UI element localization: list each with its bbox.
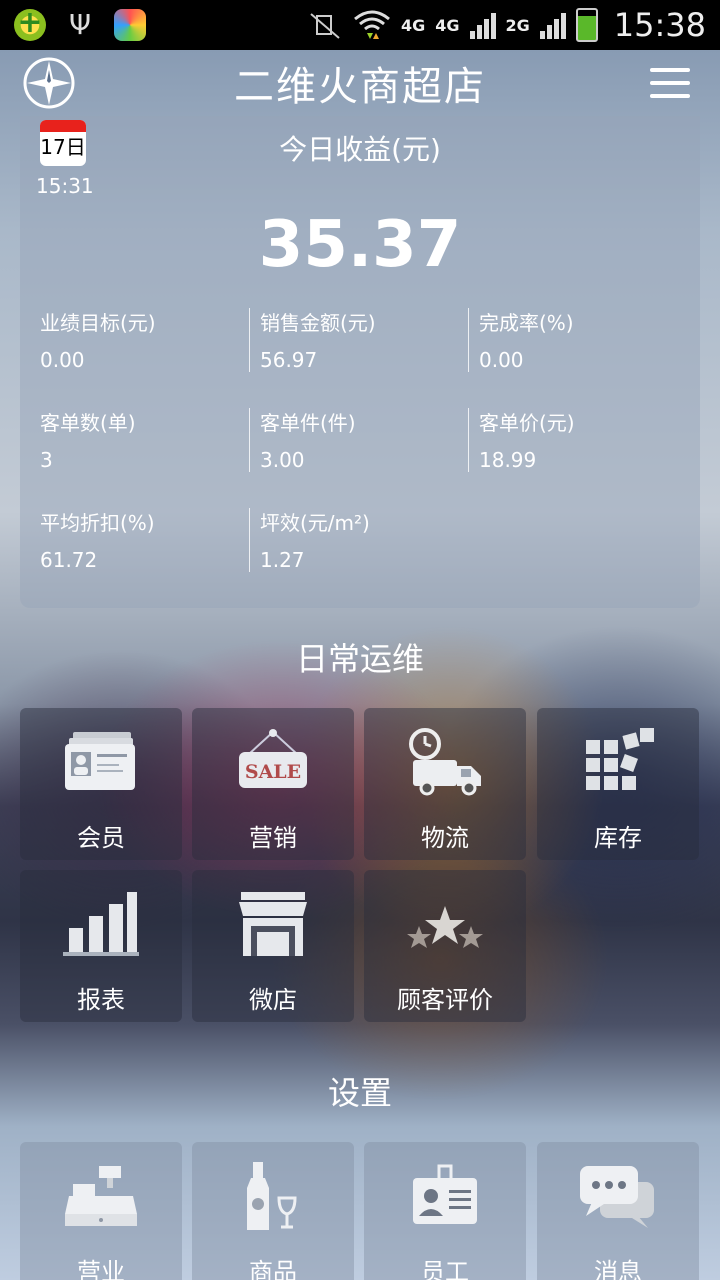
signal-icon	[469, 11, 496, 39]
stat-avg-order-price: 客单价(元) 18.99	[468, 408, 678, 472]
tile-label: 物流	[421, 824, 469, 852]
stat-value: 18.99	[479, 448, 537, 472]
tile-products[interactable]: 商品	[192, 1142, 354, 1280]
stat-label: 客单价(元)	[479, 411, 575, 435]
status-time: 15:38	[613, 6, 706, 44]
earnings-amount: 35.37	[258, 208, 462, 282]
cash-register-icon	[65, 1166, 137, 1226]
tile-label: 营销	[249, 824, 297, 852]
tile-messages[interactable]: 消息	[537, 1142, 699, 1280]
wine-bottle-icon	[247, 1162, 297, 1230]
earnings-title: 今日收益(元)	[279, 133, 441, 166]
earnings-card: 17日 15:31 今日收益(元) 35.37 业绩目标(元) 0.00 销售金…	[20, 116, 700, 608]
employee-badge-icon	[413, 1164, 477, 1224]
tile-label: 员工	[421, 1258, 469, 1280]
tile-label: 报表	[77, 986, 125, 1014]
stat-avg-discount: 平均折扣(%) 61.72	[40, 508, 250, 572]
stat-label: 业绩目标(元)	[40, 311, 156, 335]
chat-bubbles-icon	[580, 1166, 654, 1228]
tile-label: 会员	[77, 824, 125, 852]
stat-label: 完成率(%)	[479, 311, 574, 335]
stat-value: 3.00	[260, 448, 305, 472]
tile-label: 消息	[594, 1258, 642, 1280]
status-bar: Ψ 4G 4G 2G 15:38	[0, 0, 720, 50]
update-time: 15:31	[36, 174, 94, 198]
compass-icon[interactable]	[22, 56, 76, 110]
stat-value: 3	[40, 448, 53, 472]
tile-member[interactable]: 会员	[20, 708, 182, 860]
sale-sign-icon: SALE	[239, 729, 307, 788]
stat-label: 销售金额(元)	[260, 311, 376, 335]
inventory-blocks-icon	[586, 728, 654, 790]
stat-completion-rate: 完成率(%) 0.00	[468, 308, 678, 372]
stat-sales-amount: 销售金额(元) 56.97	[249, 308, 459, 372]
delivery-truck-icon	[409, 728, 481, 796]
stars-icon	[407, 906, 483, 948]
menu-icon[interactable]	[650, 68, 690, 98]
usb-icon: Ψ	[68, 8, 92, 41]
signal-icon-2	[539, 11, 566, 39]
stat-sales-per-area: 坪效(元/m²) 1.27	[249, 508, 459, 572]
stat-value: 56.97	[260, 348, 318, 372]
tile-label: 库存	[594, 824, 642, 852]
tile-label: 营业	[77, 1258, 125, 1280]
network-type-3: 2G	[505, 15, 530, 35]
tile-employees[interactable]: 员工	[364, 1142, 526, 1280]
wifi-icon	[354, 10, 390, 39]
tile-label: 微店	[249, 986, 297, 1014]
stat-sales-target: 业绩目标(元) 0.00	[40, 308, 250, 372]
page-title: 二维火商超店	[234, 64, 486, 110]
network-type-1: 4G	[400, 15, 426, 35]
svg-text:SALE: SALE	[245, 761, 301, 783]
daily-ops-title: 日常运维	[295, 640, 424, 678]
stat-value: 61.72	[40, 548, 98, 572]
tile-business[interactable]: 营业	[20, 1142, 182, 1280]
settings-title: 设置	[327, 1074, 392, 1112]
stat-label: 坪效(元/m²)	[260, 511, 370, 535]
bar-chart-icon	[63, 892, 139, 956]
tile-label: 商品	[249, 1258, 297, 1280]
stat-value: 0.00	[40, 348, 85, 372]
member-card-icon	[65, 732, 135, 790]
tile-microshop[interactable]: 微店	[192, 870, 354, 1022]
stat-items-per-order: 客单件(件) 3.00	[249, 408, 459, 472]
stat-value: 0.00	[479, 348, 524, 372]
mute-vibrate-icon	[310, 13, 340, 39]
app-store-icon	[114, 9, 146, 41]
stat-label: 平均折扣(%)	[40, 511, 155, 535]
storefront-icon	[239, 892, 307, 956]
security-app-icon	[14, 5, 46, 41]
app-header: 二维火商超店	[0, 50, 720, 116]
stat-value: 1.27	[260, 548, 305, 572]
tile-inventory[interactable]: 库存	[537, 708, 699, 860]
battery-icon	[575, 8, 598, 42]
tile-logistics[interactable]: 物流	[364, 708, 526, 860]
tile-customer-reviews[interactable]: 顾客评价	[364, 870, 526, 1022]
network-type-2: 4G	[435, 15, 460, 35]
stat-order-count: 客单数(单) 3	[40, 408, 250, 472]
tile-marketing[interactable]: SALE 营销	[192, 708, 354, 860]
tile-reports[interactable]: 报表	[20, 870, 182, 1022]
stat-label: 客单数(单)	[40, 411, 136, 435]
stat-label: 客单件(件)	[260, 411, 356, 435]
tile-label: 顾客评价	[397, 986, 493, 1014]
